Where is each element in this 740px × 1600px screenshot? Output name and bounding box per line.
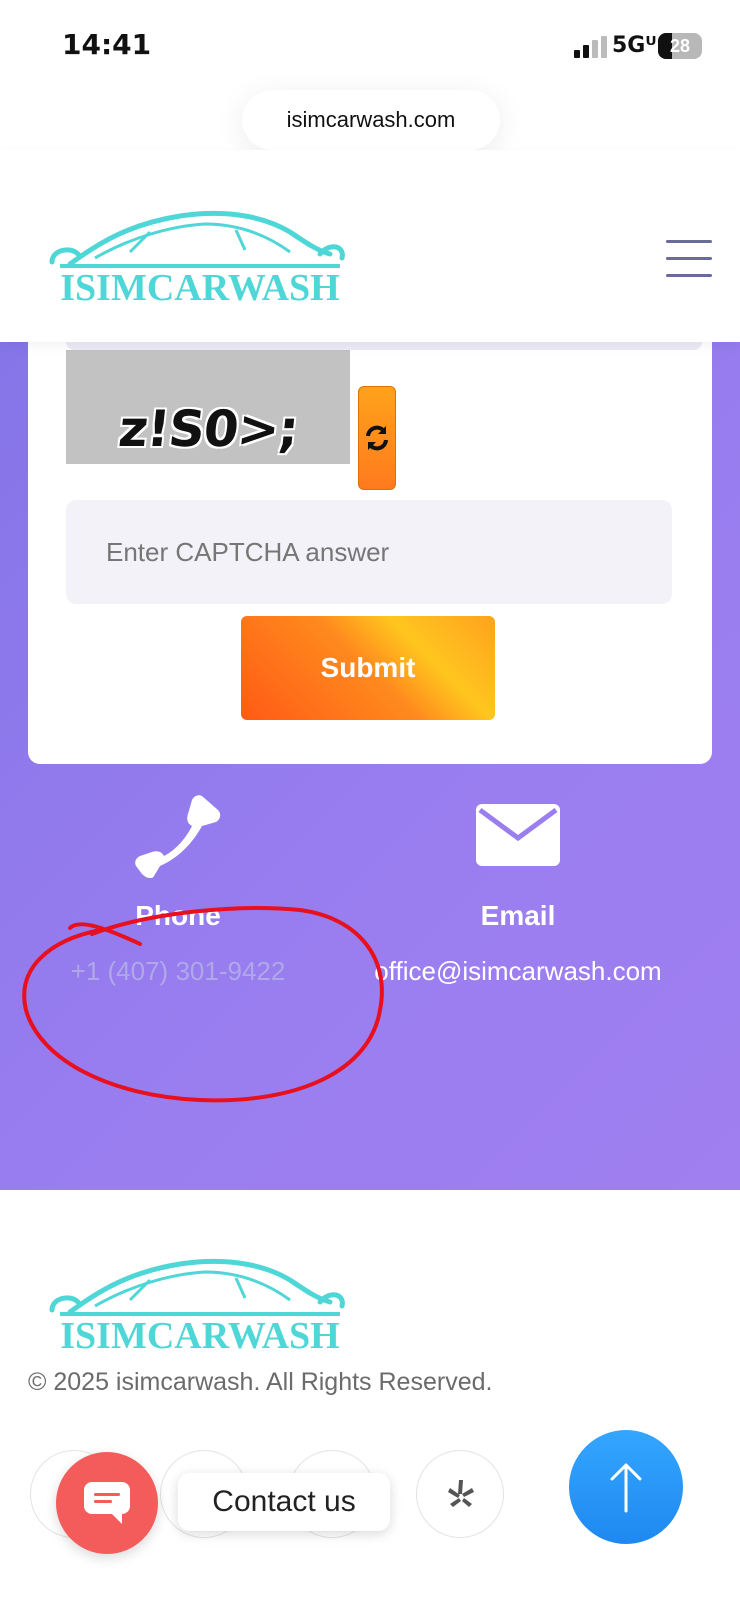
battery-icon: 28 — [658, 33, 702, 59]
logo-text: ISIMCARWASH — [60, 267, 340, 309]
footer-logo[interactable]: ISIMCARWASH — [40, 1250, 360, 1360]
phone-contact: Phone +1 (407) 301-9422 — [8, 792, 348, 987]
chat-icon — [84, 1482, 130, 1524]
phone-icon — [135, 795, 221, 878]
scroll-to-top-button[interactable] — [569, 1430, 683, 1544]
chat-widget-button[interactable] — [56, 1452, 158, 1554]
email-contact: Email office@isimcarwash.com — [348, 792, 688, 987]
url-bar[interactable]: isimcarwash.com — [242, 90, 500, 150]
copyright-text: © 2025 isimcarwash. All Rights Reserved. — [28, 1368, 493, 1396]
submit-button[interactable]: Submit — [241, 616, 495, 720]
site-logo[interactable]: ISIMCARWASH — [40, 202, 360, 312]
refresh-icon — [366, 425, 388, 451]
form-field-edge — [66, 342, 702, 350]
menu-icon[interactable] — [666, 240, 712, 278]
status-bar: 14:41 5Gᵁᶜ 28 — [0, 0, 740, 90]
captcha-code: z!S0>; — [115, 400, 301, 458]
arrow-up-icon — [610, 1463, 642, 1513]
footer-logo-text: ISIMCARWASH — [60, 1315, 340, 1357]
social-link-yelp[interactable] — [416, 1450, 504, 1538]
signal-icon — [574, 36, 608, 58]
status-time: 14:41 — [62, 28, 152, 61]
contact-form-card: z!S0>; Submit — [28, 342, 712, 764]
email-address[interactable]: office@isimcarwash.com — [348, 956, 688, 987]
email-icon — [476, 804, 560, 866]
site-header: ISIMCARWASH — [0, 150, 740, 342]
phone-label: Phone — [135, 900, 221, 931]
contact-us-label[interactable]: Contact us — [178, 1473, 390, 1531]
contact-section: z!S0>; Submit Phone +1 (407) 301-9422 Em… — [0, 342, 740, 1190]
phone-number[interactable]: +1 (407) 301-9422 — [8, 956, 348, 987]
captcha-image: z!S0>; — [66, 350, 350, 464]
yelp-icon — [417, 1451, 505, 1539]
captcha-refresh-button[interactable] — [358, 386, 396, 490]
captcha-answer-input[interactable] — [66, 500, 672, 604]
battery-level: 28 — [669, 36, 691, 56]
email-label: Email — [480, 900, 556, 931]
